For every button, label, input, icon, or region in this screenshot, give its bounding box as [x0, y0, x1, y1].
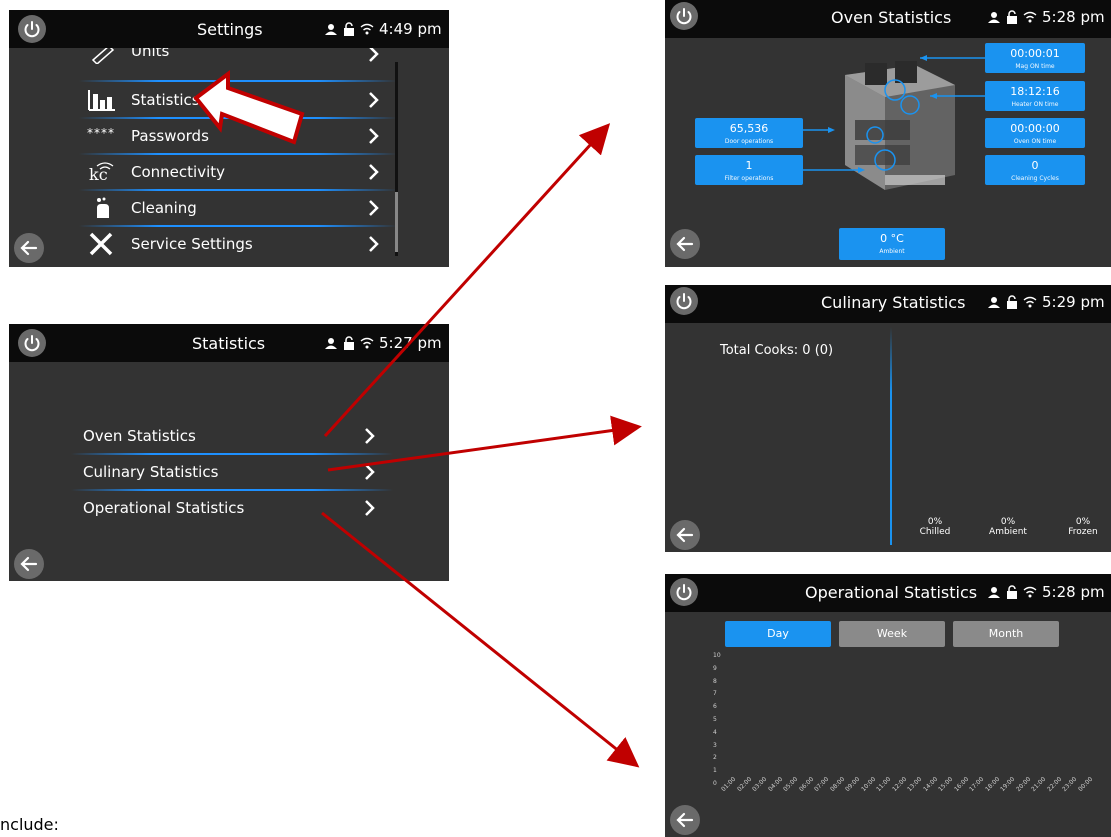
arrow-to-culinary-statistics: [327, 415, 642, 472]
flow-arrows: [321, 123, 642, 768]
arrow-to-operational-statistics: [321, 511, 640, 768]
footer-text: nclude:: [0, 815, 59, 834]
arrow-to-oven-statistics: [323, 123, 611, 438]
